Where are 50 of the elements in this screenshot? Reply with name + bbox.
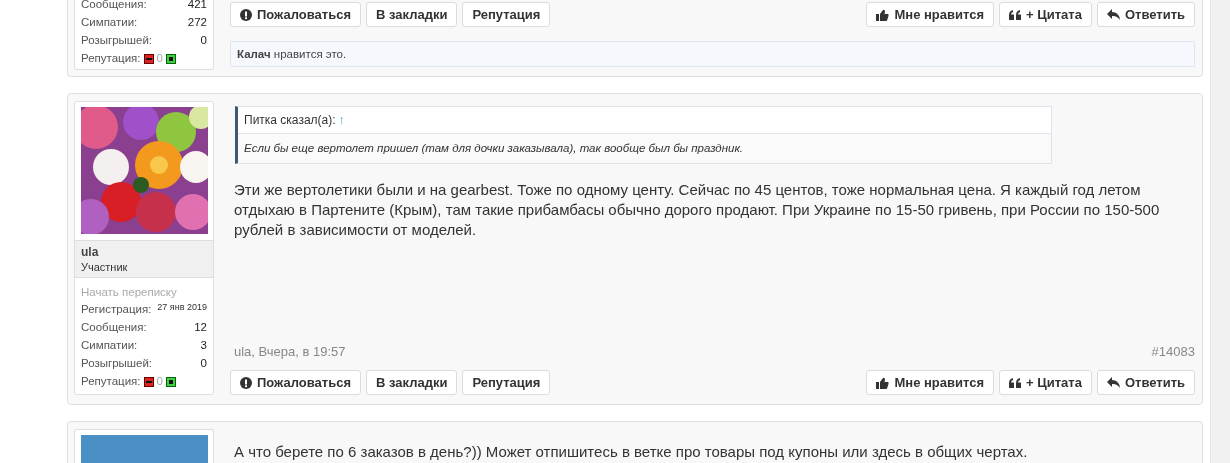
post-text: А что берете по 6 заказов в день?)) Может отпишитесь в ветке про товары под купоны или здесь в общих чертах. <box>234 442 1029 462</box>
exclamation-icon <box>240 8 252 21</box>
stat-value: 12 <box>194 320 207 335</box>
reply-arrow-icon <box>1106 9 1120 20</box>
action-button[interactable]: В закладки <box>366 370 458 395</box>
action-button[interactable]: Репутация <box>462 370 551 395</box>
stat-label: Розыгрышей: <box>81 33 153 48</box>
stat-label: Розыгрышей: <box>81 356 153 371</box>
action-button[interactable]: В закладки <box>366 2 458 27</box>
stat-value: 421 <box>187 0 207 12</box>
reputation-value: 0 <box>156 51 163 67</box>
thumbs-up-icon <box>876 8 890 21</box>
reputation-value: 0 <box>156 374 163 390</box>
like-button[interactable]: Мне нравится <box>866 2 995 27</box>
stat-label: Симпатии: <box>81 15 138 30</box>
stat-label: Репутация: <box>81 51 141 67</box>
exclamation-icon <box>240 376 252 389</box>
likes-summary: Калач нравится это. <box>230 41 1195 67</box>
plus-icon[interactable] <box>165 54 176 64</box>
user-title: Участник <box>81 260 129 274</box>
stat-label: Симпатии: <box>81 338 138 353</box>
reply-arrow-icon <box>1106 377 1120 388</box>
stat-value: 0 <box>200 356 207 371</box>
like-button[interactable]: Мне нравится <box>866 370 995 395</box>
minus-icon[interactable] <box>143 54 154 64</box>
reply-button[interactable]: Ответить <box>1096 2 1195 27</box>
stat-value: 0 <box>200 33 207 48</box>
stat-value: 3 <box>200 338 207 353</box>
quote-button[interactable]: + Цитата <box>999 2 1092 27</box>
quote-text: Если бы еще вертолет пришел (там для дочки заказывала), так вообще был бы праздник. <box>243 141 745 156</box>
post-date: ula, Вчера, в 19:57 <box>234 342 346 361</box>
reply-button[interactable]: Ответить <box>1096 370 1195 395</box>
username[interactable]: ula <box>81 244 207 260</box>
thumbs-up-icon <box>876 376 890 389</box>
stat-label: Регистрация: <box>81 302 152 317</box>
report-button[interactable]: Пожаловаться <box>230 370 361 395</box>
post-text: Эти же вертолетики были и на gearbest. Тоже по одному центу. Сейчас по 45 центов, тоже нормальная цена. Я каждый год летом отдыхаю в Партените (Крым), там такие прибамбасы обычно дорого продают. При Украине по 15-50 гривень, при России по 150-500 рублей в зависимости от моделей. <box>234 180 1161 241</box>
stat-label: Репутация: <box>81 374 141 390</box>
quote-author: Питка сказал(а): <box>244 112 336 129</box>
action-button[interactable]: Репутация <box>462 2 551 27</box>
stat-value: 27 янв 2019 <box>157 301 207 314</box>
plus-icon[interactable] <box>165 377 176 387</box>
quote-button[interactable]: + Цитата <box>999 370 1092 395</box>
minus-icon[interactable] <box>143 377 154 387</box>
stat-label: Сообщения: <box>81 0 147 12</box>
stat-label: Сообщения: <box>81 320 147 335</box>
report-button[interactable]: Пожаловаться <box>230 2 361 27</box>
stat-value: 272 <box>187 15 207 30</box>
quote-icon <box>1009 377 1022 388</box>
quote-icon <box>1009 9 1022 20</box>
